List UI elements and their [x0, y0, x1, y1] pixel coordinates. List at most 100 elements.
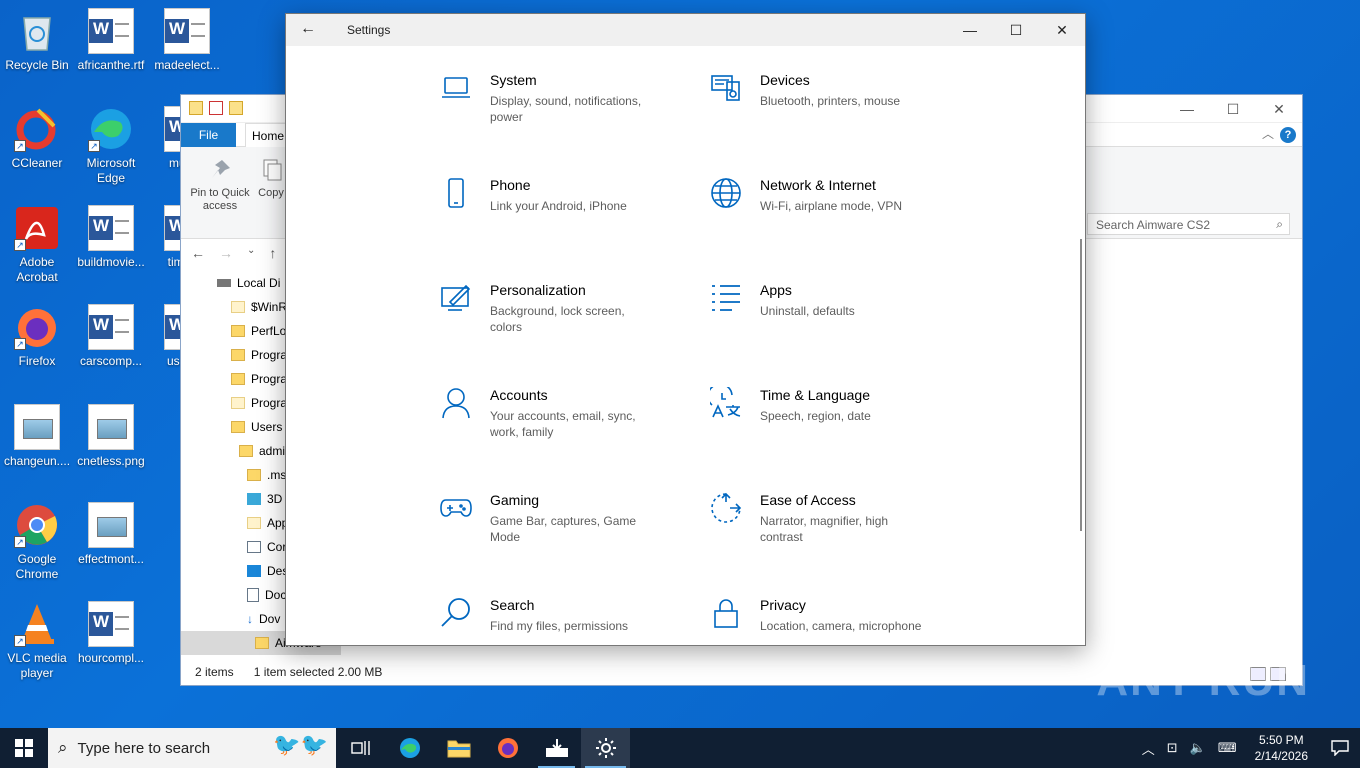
clock[interactable]: 5:50 PM 2/14/2026 — [1243, 732, 1320, 764]
tile-description: Uninstall, defaults — [760, 304, 855, 318]
tree-label: PerfLo — [251, 324, 287, 338]
close-icon[interactable]: ✕ — [1039, 14, 1085, 46]
explorer-window-controls: — ☐ ✕ — [1164, 95, 1302, 123]
ccleaner-icon: ↗ — [14, 106, 60, 152]
chevron-up-icon[interactable]: ︿ — [1262, 125, 1274, 142]
clock-date: 2/14/2026 — [1254, 749, 1308, 763]
tile-name: Search — [490, 597, 535, 613]
help-icon[interactable]: ? — [1280, 127, 1296, 143]
person-icon — [440, 387, 472, 419]
taskbar-settings[interactable] — [581, 728, 630, 768]
explorer-search-input[interactable]: Search Aimware CS2 ⌕ — [1087, 213, 1290, 235]
desktop-icon-buildmovie[interactable]: buildmovie... — [74, 205, 148, 270]
desktop-icon-africanthe[interactable]: africanthe.rtf — [74, 8, 148, 73]
time-language-icon — [707, 383, 742, 419]
back-arrow-icon[interactable]: ← — [191, 245, 205, 261]
copy-button[interactable]: Copy — [257, 157, 285, 200]
desktop-icon-label: effectmont... — [78, 552, 144, 566]
taskbar-edge[interactable] — [385, 728, 434, 768]
new-folder-icon[interactable] — [229, 101, 243, 115]
quick-access-toolbar — [189, 101, 243, 115]
desktop-icon-madeelect[interactable]: madeelect... — [150, 8, 224, 73]
taskbar-file-explorer[interactable] — [434, 728, 483, 768]
desktop-icon-label: carscomp... — [79, 354, 142, 368]
folder-icon — [231, 421, 245, 433]
desktop-icon-hourcompl[interactable]: hourcompl... — [74, 601, 148, 666]
notification-center-icon[interactable] — [1320, 740, 1360, 756]
tab-file[interactable]: File — [181, 123, 236, 147]
tile-name: Ease of Access — [760, 492, 856, 508]
desktop-icon-cnetless[interactable]: cnetless.png — [74, 404, 148, 469]
word-document-icon — [88, 304, 134, 350]
network-icon[interactable]: ⊡ — [1161, 740, 1184, 756]
pin-to-quick-access-button[interactable]: Pin to Quick access — [187, 157, 253, 213]
image-file-icon — [88, 502, 134, 548]
chevron-up-icon[interactable]: ︿ — [1136, 739, 1161, 758]
taskbar-search-placeholder: Type here to search — [77, 739, 211, 757]
system-tray: ︿ ⊡ 🔈 ⌨ 5:50 PM 2/14/2026 — [1136, 728, 1360, 768]
desktop-icon-label: Google Chrome — [15, 552, 59, 581]
pin-icon — [207, 157, 233, 183]
folder-icon — [247, 469, 261, 481]
contacts-icon — [247, 541, 261, 553]
search-icon: ⌕ — [1276, 217, 1283, 231]
tile-description: Find my files, permissions — [490, 619, 629, 633]
maximize-icon[interactable]: ☐ — [1210, 95, 1256, 123]
minimize-icon[interactable]: — — [947, 14, 993, 46]
desktop-icon-chrome[interactable]: ↗ Google Chrome — [0, 502, 74, 582]
taskbar-installer[interactable] — [532, 728, 581, 768]
close-icon[interactable]: ✕ — [1256, 95, 1302, 123]
folder-icon[interactable] — [189, 101, 203, 115]
tree-label: .ms — [267, 468, 287, 482]
tile-name: Phone — [490, 177, 531, 193]
minimize-icon[interactable]: — — [1164, 95, 1210, 123]
properties-icon[interactable] — [209, 101, 223, 115]
desktop-icon-vlc[interactable]: ↗ VLC media player — [0, 601, 74, 681]
desktop-icon-firefox[interactable]: ↗ Firefox — [0, 304, 74, 369]
devices-icon — [710, 72, 742, 104]
scrollbar[interactable] — [1080, 239, 1082, 531]
copy-icon — [258, 157, 284, 183]
input-icon[interactable]: ⌨ — [1212, 740, 1243, 756]
desktop-icon-acrobat[interactable]: ↗ Adobe Acrobat — [0, 205, 74, 285]
taskbar-firefox[interactable] — [483, 728, 532, 768]
desktop-icon-effectmont[interactable]: effectmont... — [74, 502, 148, 567]
desktop-icon-edge[interactable]: ↗ Microsoft Edge — [74, 106, 148, 186]
desktop-icon-label: VLC media player — [7, 651, 67, 680]
desktop-icon-changeun[interactable]: changeun.... — [0, 404, 74, 469]
forward-arrow-icon[interactable]: → — [219, 245, 233, 261]
folder-icon — [231, 373, 245, 385]
tile-name: Apps — [760, 282, 792, 298]
recent-locations-icon[interactable]: ⌄ — [247, 245, 255, 261]
tree-label: Progra — [251, 348, 288, 362]
settings-titlebar: ← Settings — ☐ ✕ — [286, 14, 1085, 46]
tile-name: Time & Language — [760, 387, 870, 403]
volume-icon[interactable]: 🔈 — [1184, 740, 1212, 756]
desktop-icon-label: changeun.... — [3, 454, 71, 468]
desktop-icon-recycle-bin[interactable]: Recycle Bin — [0, 8, 74, 73]
tree-label: $WinR — [251, 300, 288, 314]
maximize-icon[interactable]: ☐ — [993, 14, 1039, 46]
desktop-icon-carscomp[interactable]: carscomp... — [74, 304, 148, 369]
folder-icon — [255, 637, 269, 649]
tile-description: Game Bar, captures, Game Mode — [490, 514, 637, 544]
tile-name: Devices — [760, 72, 810, 88]
start-button[interactable] — [0, 728, 48, 768]
desktop-icon-label: Microsoft Edge — [86, 156, 136, 185]
taskbar-search-box[interactable]: ⌕ Type here to search 🐦🐦 — [48, 728, 336, 768]
desktop-icon-label: Adobe Acrobat — [16, 255, 58, 284]
laptop-icon — [440, 72, 472, 104]
task-view-button[interactable] — [336, 728, 385, 768]
desktop-icon-ccleaner[interactable]: ↗ CCleaner — [0, 106, 74, 171]
firefox-icon: ↗ — [14, 304, 60, 350]
back-arrow-icon[interactable]: ← — [300, 20, 316, 38]
up-arrow-icon[interactable]: ↑ — [269, 245, 276, 261]
3d-objects-icon — [247, 493, 261, 505]
tree-label: admi — [259, 444, 286, 458]
edge-icon: ↗ — [88, 106, 134, 152]
tile-name: System — [490, 72, 537, 88]
download-arrow-icon: ↓ — [247, 612, 253, 626]
tree-label: Cor — [267, 540, 287, 554]
file-explorer-icon — [447, 740, 470, 758]
tree-label: Progra — [251, 396, 288, 410]
